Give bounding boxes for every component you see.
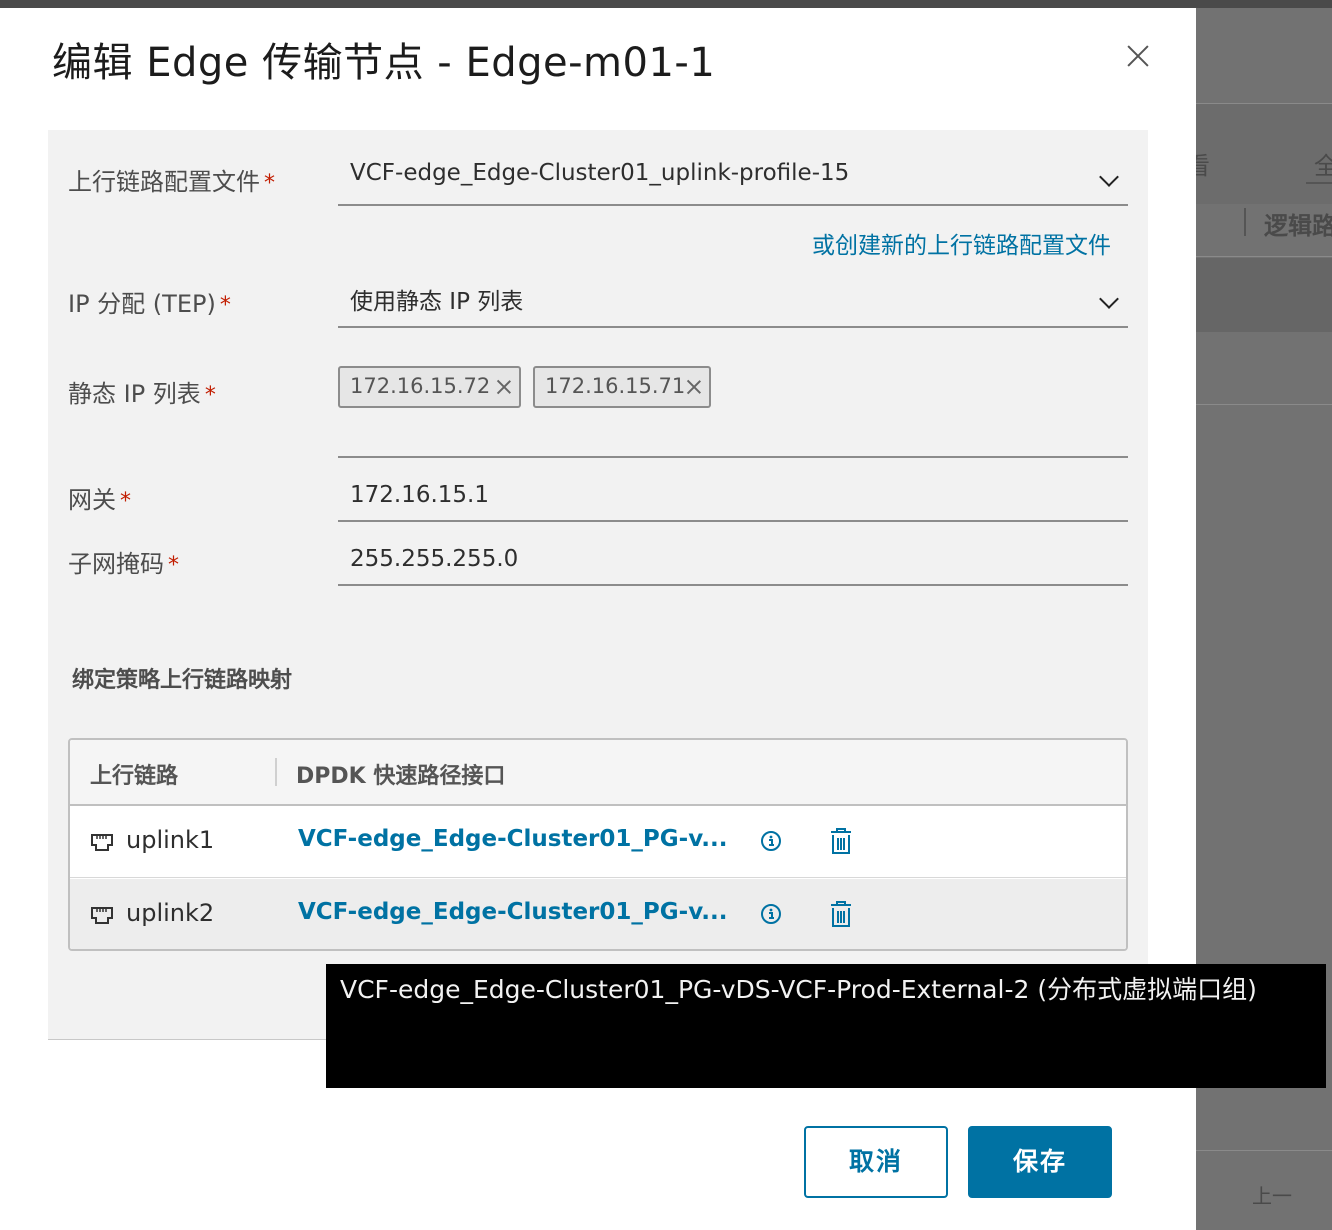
ip-assignment-label: IP 分配 (TEP) *	[68, 290, 231, 318]
create-uplink-profile-link[interactable]: 或创建新的上行链路配置文件	[812, 226, 1111, 260]
gateway-value: 172.16.15.1	[350, 482, 489, 508]
interface-link[interactable]: VCF-edge_Edge-Cluster01_PG-v...	[298, 899, 728, 925]
info-icon[interactable]	[760, 903, 782, 925]
column-header-interface: DPDK 快速路径接口	[296, 764, 506, 789]
remove-tag-icon[interactable]	[495, 378, 513, 396]
uplink-name: uplink2	[126, 899, 215, 927]
subnet-mask-value: 255.255.255.0	[350, 546, 519, 572]
ip-assignment-select[interactable]: 使用静态 IP 列表	[338, 282, 1128, 328]
uplink-name: uplink1	[126, 826, 215, 854]
interface-link[interactable]: VCF-edge_Edge-Cluster01_PG-v...	[298, 826, 728, 852]
remove-tag-icon[interactable]	[685, 378, 703, 396]
uplink-profile-select[interactable]: VCF-edge_Edge-Cluster01_uplink-profile-1…	[338, 160, 1128, 206]
gateway-field[interactable]: 172.16.15.1	[338, 472, 1128, 522]
form-panel: 上行链路配置文件 * VCF-edge_Edge-Cluster01_uplink…	[48, 130, 1148, 1040]
trash-icon[interactable]	[828, 826, 854, 856]
ip-tag-text: 172.16.15.72	[350, 374, 491, 398]
chevron-down-icon	[1099, 289, 1119, 309]
ethernet-port-icon	[91, 834, 113, 851]
gateway-label: 网关 *	[68, 486, 131, 514]
required-mark: *	[219, 293, 231, 318]
interface-tooltip: VCF-edge_Edge-Cluster01_PG-vDS-VCF-Prod-…	[326, 964, 1326, 1088]
ethernet-port-icon	[91, 907, 113, 924]
background-topbar	[0, 0, 1332, 8]
subnet-mask-label: 子网掩码 *	[68, 550, 179, 578]
required-mark: *	[120, 489, 131, 514]
table-row: uplink1 VCF-edge_Edge-Cluster01_PG-v...	[70, 806, 1126, 878]
ip-tag: 172.16.15.72	[338, 366, 521, 408]
save-button[interactable]: 保存	[968, 1126, 1112, 1198]
required-mark: *	[204, 383, 216, 408]
background-text: 逻辑路	[1264, 212, 1332, 240]
ip-tag-text: 172.16.15.71	[545, 374, 686, 398]
info-icon[interactable]	[760, 830, 782, 852]
uplink-profile-label: 上行链路配置文件 *	[68, 168, 275, 196]
trash-icon[interactable]	[828, 899, 854, 929]
static-ip-input[interactable]	[338, 456, 1128, 458]
column-separator[interactable]	[275, 758, 277, 786]
ip-assignment-value: 使用静态 IP 列表	[350, 289, 524, 315]
static-ip-list-label: 静态 IP 列表 *	[68, 380, 216, 408]
mapping-section-title: 绑定策略上行链路映射	[72, 668, 293, 693]
grid-header: 上行链路 DPDK 快速路径接口	[70, 740, 1126, 806]
ip-tag: 172.16.15.71	[533, 366, 711, 408]
background-text: 全	[1314, 152, 1332, 180]
close-icon[interactable]	[1120, 38, 1156, 74]
table-row: uplink2 VCF-edge_Edge-Cluster01_PG-v...	[70, 879, 1126, 949]
required-mark: *	[168, 553, 179, 578]
cancel-button[interactable]: 取消	[804, 1126, 948, 1198]
dialog-title: 编辑 Edge 传输节点 - Edge-m01-1	[52, 40, 716, 86]
uplink-mapping-grid: 上行链路 DPDK 快速路径接口 uplink1 VCF-edge_Edge-C…	[68, 738, 1128, 951]
required-mark: *	[264, 171, 275, 196]
column-header-uplink: 上行链路	[90, 764, 179, 789]
subnet-mask-field[interactable]: 255.255.255.0	[338, 536, 1128, 586]
background-text: 上一	[1252, 1184, 1292, 1208]
uplink-profile-value: VCF-edge_Edge-Cluster01_uplink-profile-1…	[350, 160, 850, 186]
chevron-down-icon	[1099, 167, 1119, 187]
